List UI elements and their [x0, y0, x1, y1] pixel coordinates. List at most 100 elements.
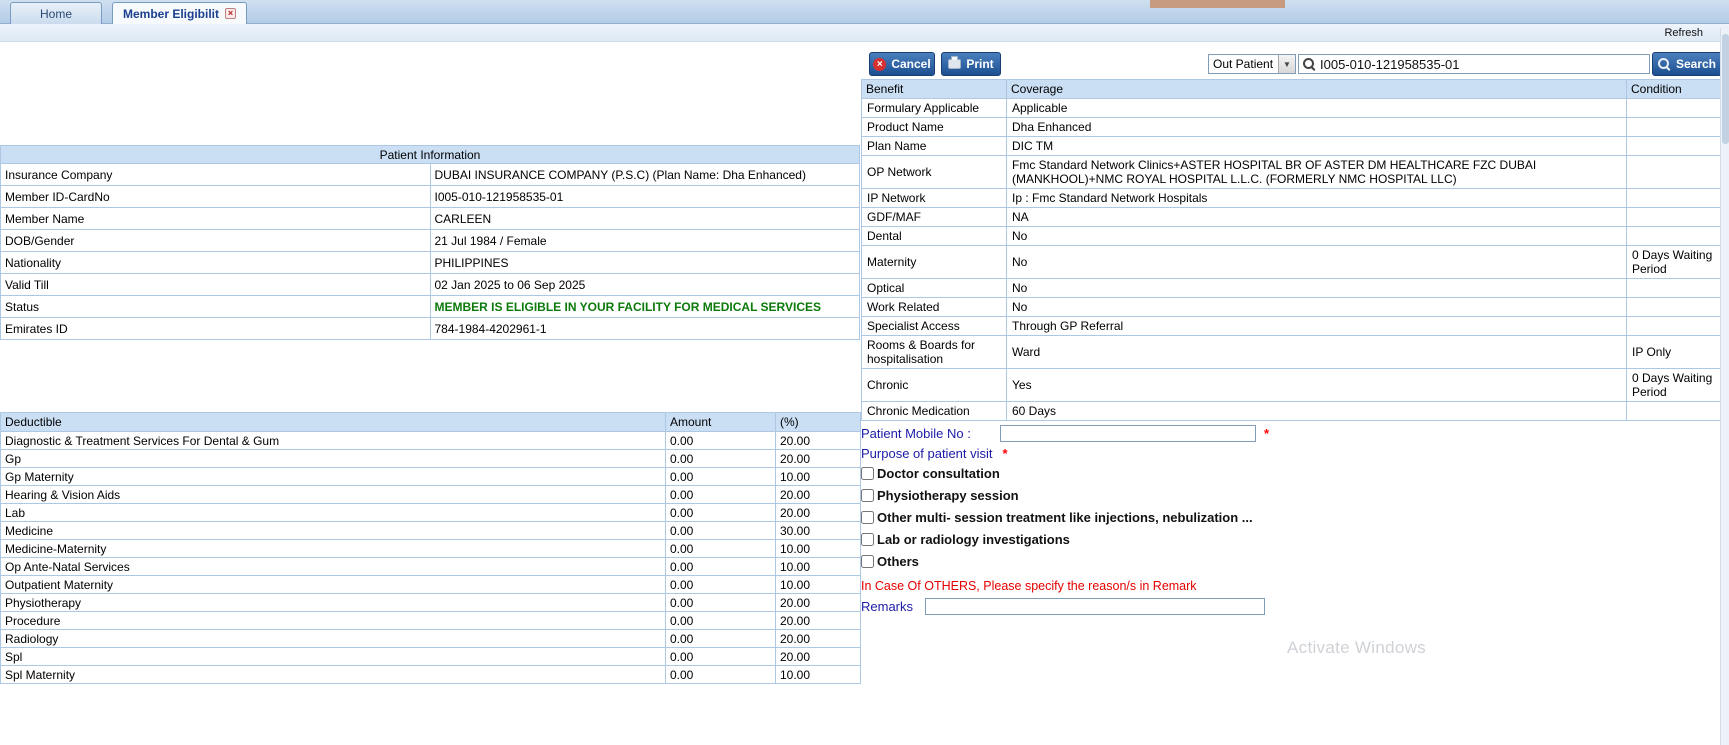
deductible-name-cell: Hearing & Vision Aids — [0, 485, 666, 504]
benefit-cell: Chronic Medication — [861, 401, 1007, 421]
tab-bar: Home Member Eligibilit × — [0, 0, 1729, 24]
purpose-checkbox[interactable] — [861, 554, 874, 568]
scrollbar-thumb[interactable] — [1722, 34, 1729, 144]
status-value: MEMBER IS ELIGIBLE IN YOUR FACILITY FOR … — [429, 295, 860, 318]
table-row: Diagnostic & Treatment Services For Dent… — [0, 431, 861, 450]
amount-header: Amount — [665, 412, 776, 432]
deductible-percent-cell: 20.00 — [775, 503, 861, 522]
mobile-required-marker: * — [1264, 426, 1270, 441]
deductible-body: Diagnostic & Treatment Services For Dent… — [0, 431, 861, 684]
deductible-amount-cell: 0.00 — [665, 593, 776, 612]
purpose-option[interactable]: Doctor consultation — [861, 462, 1461, 484]
vertical-scrollbar[interactable] — [1720, 28, 1729, 745]
deductible-amount-cell: 0.00 — [665, 611, 776, 630]
deductible-percent-cell: 20.00 — [775, 431, 861, 450]
deductible-amount-cell: 0.00 — [665, 539, 776, 558]
purpose-option[interactable]: Physiotherapy session — [861, 484, 1461, 506]
purpose-option[interactable]: Other multi- session treatment like inje… — [861, 506, 1461, 528]
benefit-cell: Specialist Access — [861, 316, 1007, 336]
purpose-option-label: Other multi- session treatment like inje… — [877, 509, 1253, 525]
cancel-button[interactable]: × Cancel — [869, 52, 935, 76]
search-input[interactable] — [1320, 56, 1645, 72]
table-row: Nationality PHILIPPINES — [0, 251, 860, 274]
benefit-header: Benefit — [861, 79, 1007, 99]
table-row: OP Network Fmc Standard Network Clinics+… — [861, 155, 1723, 189]
condition-cell — [1626, 155, 1723, 189]
deductible-percent-cell: 20.00 — [775, 629, 861, 648]
tab-home[interactable]: Home — [10, 2, 102, 24]
coverage-header: Coverage — [1006, 79, 1627, 99]
row-value: CARLEEN — [429, 207, 860, 230]
coverage-cell: DIC TM — [1006, 136, 1627, 156]
deductible-amount-cell: 0.00 — [665, 449, 776, 468]
mobile-label: Patient Mobile No : — [861, 426, 971, 441]
deductible-percent-cell: 10.00 — [775, 467, 861, 486]
tab-close-icon[interactable]: × — [225, 8, 237, 19]
condition-cell — [1626, 226, 1723, 246]
table-row: Chronic Medication 60 Days — [861, 401, 1723, 421]
table-row: Optical No — [861, 278, 1723, 298]
purpose-checkbox[interactable] — [861, 488, 874, 502]
deductible-name-cell: Medicine — [0, 521, 666, 540]
table-row: Gp Maternity 0.00 10.00 — [0, 467, 861, 486]
coverage-cell: 60 Days — [1006, 401, 1627, 421]
screen-artifact — [1150, 0, 1285, 8]
row-label: DOB/Gender — [0, 229, 431, 252]
visit-form: Patient Mobile No : * Purpose of patient… — [861, 424, 1461, 615]
deductible-table: Deductible Amount (%) Diagnostic & Treat… — [0, 412, 861, 684]
search-button[interactable]: Search — [1652, 52, 1722, 76]
benefit-cell: GDF/MAF — [861, 207, 1007, 227]
condition-cell: IP Only — [1626, 335, 1723, 369]
purpose-checkbox[interactable] — [861, 510, 874, 524]
printer-icon — [948, 56, 962, 69]
print-button-label: Print — [966, 57, 994, 71]
condition-cell — [1626, 188, 1723, 208]
deductible-amount-cell: 0.00 — [665, 575, 776, 594]
chevron-down-icon: ▼ — [1278, 55, 1295, 73]
deductible-amount-cell: 0.00 — [665, 647, 776, 666]
table-row: Formulary Applicable Applicable — [861, 98, 1723, 118]
purpose-option-label: Lab or radiology investigations — [877, 531, 1070, 547]
search-button-icon — [1657, 57, 1671, 71]
row-label: Member Name — [0, 207, 431, 230]
mobile-input[interactable] — [1000, 425, 1256, 442]
row-label: Emirates ID — [0, 317, 431, 340]
deductible-percent-cell: 20.00 — [775, 647, 861, 666]
deductible-name-cell: Gp Maternity — [0, 467, 666, 486]
remarks-label: Remarks — [861, 599, 914, 614]
purpose-checkbox[interactable] — [861, 466, 874, 480]
purpose-option[interactable]: Lab or radiology investigations — [861, 528, 1461, 550]
purpose-option-label: Doctor consultation — [877, 465, 1000, 481]
table-row: Maternity No 0 Days Waiting Period — [861, 245, 1723, 279]
cancel-icon: × — [873, 57, 887, 71]
purpose-checkbox[interactable] — [861, 532, 874, 546]
deductible-name-cell: Spl — [0, 647, 666, 666]
refresh-link[interactable]: Refresh — [1664, 27, 1703, 39]
purpose-option[interactable]: Others — [861, 550, 1461, 572]
coverage-cell: NA — [1006, 207, 1627, 227]
patient-info-title: Patient Information — [0, 145, 860, 164]
condition-cell — [1626, 207, 1723, 227]
patient-type-select[interactable]: Out Patient ▼ — [1208, 54, 1296, 74]
deductible-header-row: Deductible Amount (%) — [0, 412, 861, 432]
deductible-percent-cell: 20.00 — [775, 611, 861, 630]
row-value: I005-010-121958535-01 — [429, 185, 860, 208]
benefit-cell: Maternity — [861, 245, 1007, 279]
percent-header: (%) — [775, 412, 861, 432]
benefit-cell: IP Network — [861, 188, 1007, 208]
deductible-amount-cell: 0.00 — [665, 485, 776, 504]
condition-cell — [1626, 278, 1723, 298]
purpose-label: Purpose of patient visit — [861, 445, 993, 461]
tab-member-eligibility[interactable]: Member Eligibilit × — [112, 2, 248, 24]
deductible-amount-cell: 0.00 — [665, 521, 776, 540]
deductible-percent-cell: 10.00 — [775, 539, 861, 558]
table-row: Member Name CARLEEN — [0, 207, 860, 230]
print-button[interactable]: Print — [941, 52, 1001, 76]
deductible-name-cell: Op Ante-Natal Services — [0, 557, 666, 576]
deductible-name-cell: Diagnostic & Treatment Services For Dent… — [0, 431, 666, 450]
row-label: Valid Till — [0, 273, 431, 296]
table-row: IP Network Ip : Fmc Standard Network Hos… — [861, 188, 1723, 208]
deductible-name-cell: Physiotherapy — [0, 593, 666, 612]
row-label: Nationality — [0, 251, 431, 274]
remarks-input[interactable] — [925, 598, 1265, 615]
